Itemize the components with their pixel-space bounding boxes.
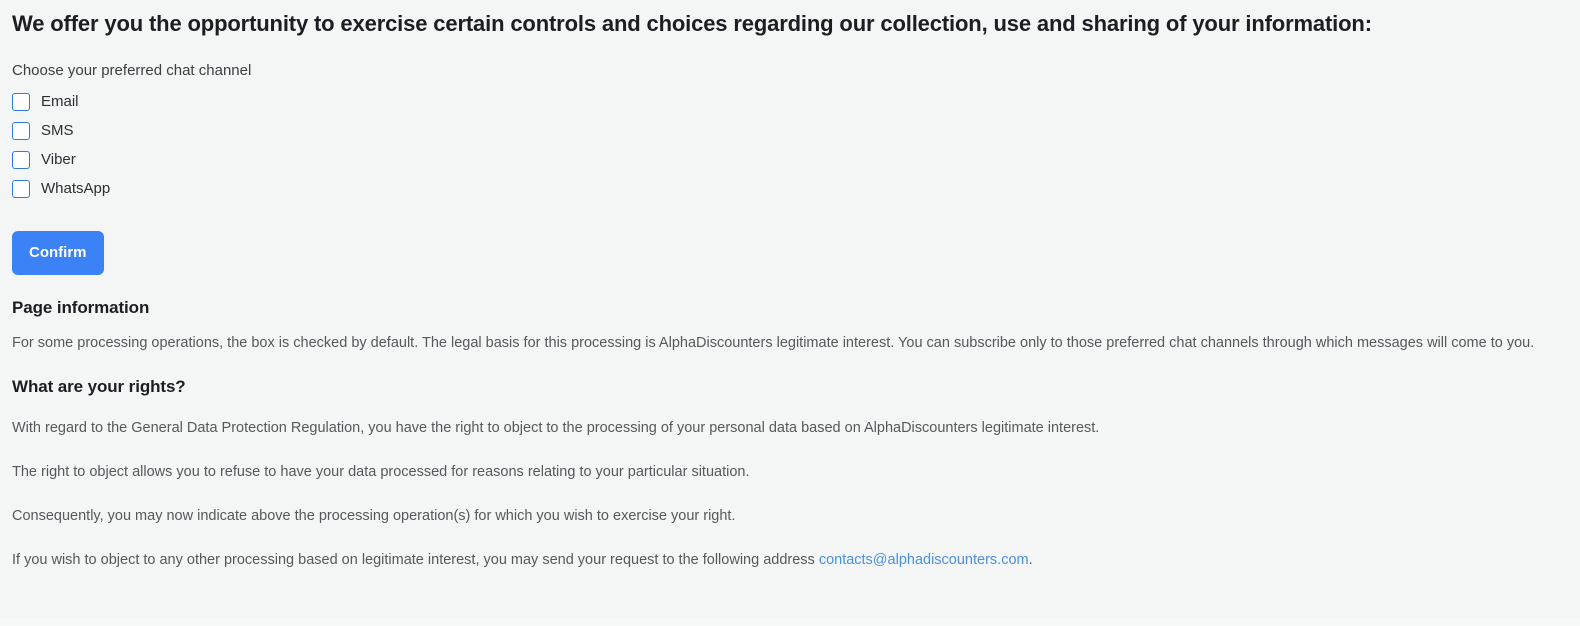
rights-paragraph-2: The right to object allows you to refuse… bbox=[12, 464, 750, 480]
checkbox-icon-whatsapp[interactable] bbox=[12, 180, 30, 198]
checkbox-icon-sms[interactable] bbox=[12, 122, 30, 140]
contact-paragraph-suffix: . bbox=[1028, 552, 1033, 568]
page-title: We offer you the opportunity to exercise… bbox=[12, 11, 1372, 36]
confirm-button[interactable]: Confirm bbox=[12, 231, 104, 275]
checkbox-row-whatsapp[interactable]: WhatsApp bbox=[12, 178, 1568, 200]
chat-channel-checkbox-group: Email SMS Viber WhatsApp bbox=[12, 91, 1568, 200]
checkbox-label-email: Email bbox=[41, 93, 79, 110]
privacy-preferences-page: We offer you the opportunity to exercise… bbox=[0, 0, 1580, 626]
checkbox-label-viber: Viber bbox=[41, 151, 76, 168]
chat-channel-label: Choose your preferred chat channel bbox=[12, 62, 252, 79]
checkbox-row-viber[interactable]: Viber bbox=[12, 149, 1568, 171]
checkbox-row-sms[interactable]: SMS bbox=[12, 120, 1568, 142]
checkbox-label-sms: SMS bbox=[41, 122, 74, 139]
rights-contact-paragraph: If you wish to object to any other proce… bbox=[12, 527, 1568, 571]
page-information-heading: Page information bbox=[12, 298, 150, 317]
bottom-strip bbox=[0, 618, 1580, 626]
checkbox-label-whatsapp: WhatsApp bbox=[41, 180, 111, 197]
checkbox-icon-viber[interactable] bbox=[12, 151, 30, 169]
contact-paragraph-prefix: If you wish to object to any other proce… bbox=[12, 552, 819, 568]
contact-email-link[interactable]: contacts@alphadiscounters.com bbox=[819, 552, 1029, 568]
checkbox-row-email[interactable]: Email bbox=[12, 91, 1568, 113]
rights-paragraph-3: Consequently, you may now indicate above… bbox=[12, 508, 736, 524]
checkbox-icon-email[interactable] bbox=[12, 93, 30, 111]
rights-paragraph-1: With regard to the General Data Protecti… bbox=[12, 420, 1100, 436]
rights-heading: What are your rights? bbox=[12, 377, 186, 396]
page-information-text: For some processing operations, the box … bbox=[12, 335, 1535, 351]
